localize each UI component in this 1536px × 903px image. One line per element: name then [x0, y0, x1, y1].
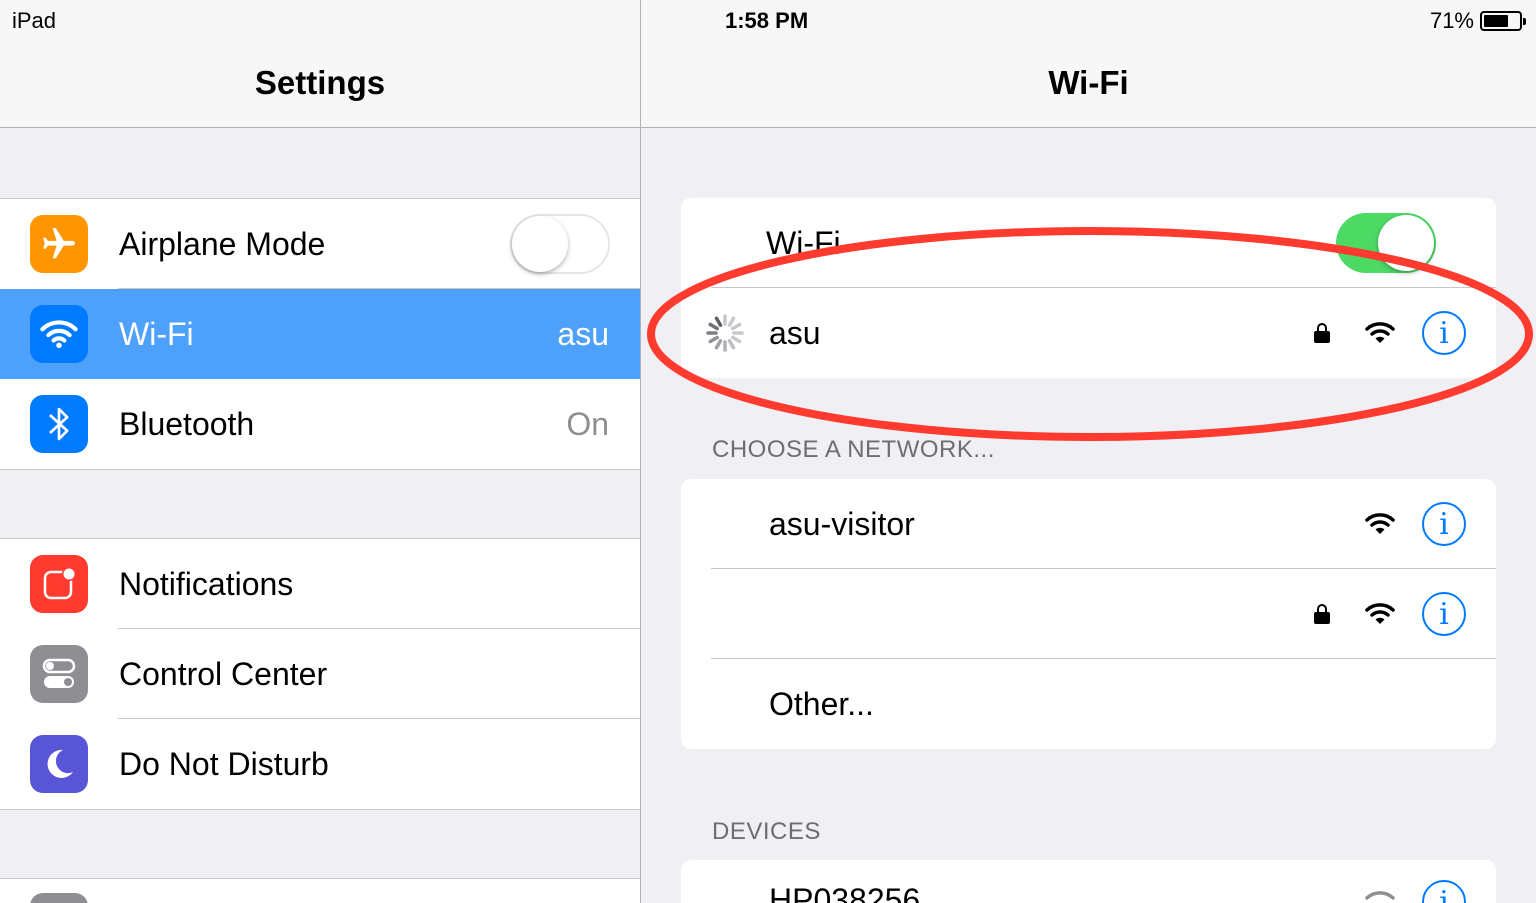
toggle-knob — [512, 216, 568, 272]
wifi-toggle-row: Wi-Fi — [681, 198, 1496, 288]
network-icons: i — [1314, 311, 1466, 355]
sidebar-item-label: Notifications — [119, 565, 294, 602]
wifi-toggle[interactable] — [1336, 213, 1436, 273]
moon-icon — [30, 735, 88, 793]
choose-network-header: CHOOSE A NETWORK... — [712, 436, 995, 463]
device-name: HP038256 — [769, 882, 921, 903]
wifi-signal-icon — [1365, 891, 1395, 900]
devices-header: DEVICES — [712, 818, 821, 845]
connectivity-group: Airplane Mode Wi-Fi asu Bluetooth On — [0, 198, 640, 470]
info-button[interactable]: i — [1422, 880, 1466, 903]
battery-icon — [1480, 11, 1526, 31]
settings-navbar: iPad Settings — [0, 0, 640, 128]
wifi-signal-icon — [1365, 322, 1395, 343]
lock-icon — [1314, 604, 1330, 624]
spinner-icon — [706, 314, 744, 352]
network-icons: i — [1314, 592, 1466, 636]
airplane-icon — [30, 215, 88, 273]
bluetooth-icon — [30, 395, 88, 453]
info-icon: i — [1439, 596, 1449, 632]
notifications-icon — [30, 555, 88, 613]
sidebar-item-label: Wi-Fi — [119, 315, 194, 352]
wifi-signal-icon — [1365, 603, 1395, 624]
sidebar-item-do-not-disturb[interactable]: Do Not Disturb — [0, 719, 640, 809]
sidebar-item-label: Do Not Disturb — [119, 745, 329, 782]
lock-icon — [1314, 323, 1330, 343]
page-title: Settings — [254, 64, 386, 101]
network-name: asu — [769, 314, 821, 351]
wifi-detail-pane: 1:58 PM 71% Wi-Fi Wi-Fi asu i CHOOSE A N… — [641, 0, 1536, 903]
wifi-current-network: asu — [557, 315, 609, 352]
network-icons: i — [1364, 502, 1466, 546]
page-title: Wi-Fi — [1048, 64, 1129, 101]
wifi-signal-icon — [1365, 513, 1395, 534]
battery-percent: 71% — [1429, 8, 1474, 33]
device-name: iPad — [12, 8, 57, 33]
connected-network-row[interactable]: asu i — [681, 288, 1496, 378]
notifications-group: Notifications Control Center Do Not Dist… — [0, 538, 640, 810]
control-center-icon — [30, 645, 88, 703]
general-group — [0, 878, 640, 903]
airplane-mode-toggle[interactable] — [510, 214, 610, 274]
toggle-knob — [1378, 215, 1434, 271]
network-row[interactable]: i — [681, 569, 1496, 659]
other-network-row[interactable]: Other... — [681, 659, 1496, 749]
sidebar-item-control-center[interactable]: Control Center — [0, 629, 640, 719]
wifi-icon — [30, 305, 88, 363]
battery-fill — [1484, 15, 1509, 27]
wifi-card: Wi-Fi asu i — [681, 198, 1496, 378]
status-time: 1:58 PM — [725, 8, 809, 33]
sidebar-item-label: Airplane Mode — [119, 225, 326, 262]
sidebar-item-wifi[interactable]: Wi-Fi asu — [0, 289, 640, 379]
info-icon: i — [1439, 506, 1449, 542]
devices-card: HP038256 i — [681, 860, 1496, 903]
settings-sidebar: iPad Settings Airplane Mode Wi-Fi asu Bl… — [0, 0, 640, 903]
network-icons: i — [1364, 880, 1466, 903]
sidebar-item-notifications[interactable]: Notifications — [0, 539, 640, 629]
other-network-label: Other... — [769, 685, 874, 722]
sidebar-item-airplane-mode[interactable]: Airplane Mode — [0, 199, 640, 289]
bluetooth-status: On — [566, 405, 609, 442]
info-button[interactable]: i — [1422, 502, 1466, 546]
network-name: asu-visitor — [769, 505, 915, 542]
wifi-navbar: 1:58 PM 71% Wi-Fi — [641, 0, 1536, 128]
info-button[interactable]: i — [1422, 592, 1466, 636]
info-icon: i — [1439, 315, 1449, 351]
sidebar-item-label: Control Center — [119, 655, 328, 692]
wifi-toggle-label: Wi-Fi — [766, 224, 841, 261]
battery-indicator: 71% — [1429, 8, 1526, 34]
network-row[interactable]: asu-visitor i — [681, 479, 1496, 569]
info-icon: i — [1439, 884, 1449, 903]
networks-card: asu-visitor i i Other... — [681, 479, 1496, 749]
device-row[interactable]: HP038256 i — [681, 860, 1496, 903]
sidebar-item-bluetooth[interactable]: Bluetooth On — [0, 379, 640, 469]
info-button[interactable]: i — [1422, 311, 1466, 355]
gear-icon[interactable] — [30, 893, 88, 903]
sidebar-item-label: Bluetooth — [119, 405, 255, 442]
